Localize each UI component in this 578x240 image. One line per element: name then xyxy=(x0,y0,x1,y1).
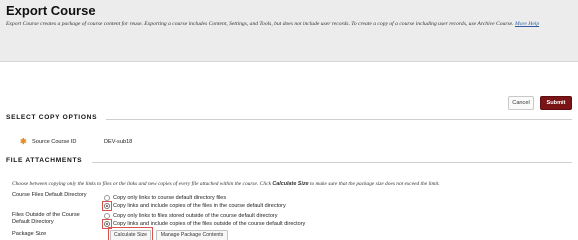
more-help-link[interactable]: More Help xyxy=(515,21,539,27)
section-divider xyxy=(92,162,572,163)
course-files-option-links-only[interactable]: Copy only links to course default direct… xyxy=(104,194,404,202)
section-title-file-attachments: FILE ATTACHMENTS xyxy=(6,157,83,164)
manage-package-contents-button[interactable]: Manage Package Contents xyxy=(156,230,228,240)
outside-files-option-links-only[interactable]: Copy only links to files stored outside … xyxy=(104,212,404,220)
source-course-id-label: Source Course ID xyxy=(32,139,77,145)
outside-files-label-line1: Files Outside of the Course xyxy=(12,212,80,218)
course-files-label: Course Files Default Directory xyxy=(12,192,87,198)
outside-files-label-line2: Default Directory xyxy=(12,219,54,225)
page-header: Export Course Export Course creates a pa… xyxy=(0,0,578,62)
file-attachments-instruction: Choose between copying only the links to… xyxy=(12,181,572,187)
page-description: Export Course creates a package of cours… xyxy=(6,20,574,29)
cancel-button[interactable]: Cancel xyxy=(508,96,534,110)
package-size-label: Package Size xyxy=(12,231,47,237)
course-files-option-include-copies[interactable]: Copy links and include copies of the fil… xyxy=(102,201,404,211)
radio-label: Copy only links to files stored outside … xyxy=(113,213,278,219)
instruction-text-end: to make sure that the package size does … xyxy=(308,181,440,187)
outside-files-label: Files Outside of the Course Default Dire… xyxy=(12,212,80,226)
instruction-calculate-size: Calculate Size xyxy=(272,181,309,187)
radio-label: Copy links and include copies of the fil… xyxy=(113,203,286,209)
calculate-size-button[interactable]: Calculate Size xyxy=(110,230,151,240)
source-course-id-value: DEV-sub18 xyxy=(104,139,133,145)
radio-label: Copy only links to course default direct… xyxy=(113,195,227,201)
submit-button[interactable]: Submit xyxy=(540,96,572,110)
section-divider xyxy=(106,119,572,120)
radio-highlight xyxy=(102,201,112,211)
section-title-select-copy-options: SELECT COPY OPTIONS xyxy=(6,114,98,121)
instruction-text: Choose between copying only the links to… xyxy=(12,181,273,187)
page-title: Export Course xyxy=(6,3,96,18)
required-indicator-icon: ✱ xyxy=(20,137,27,146)
description-text: Export Course creates a package of cours… xyxy=(6,21,514,27)
